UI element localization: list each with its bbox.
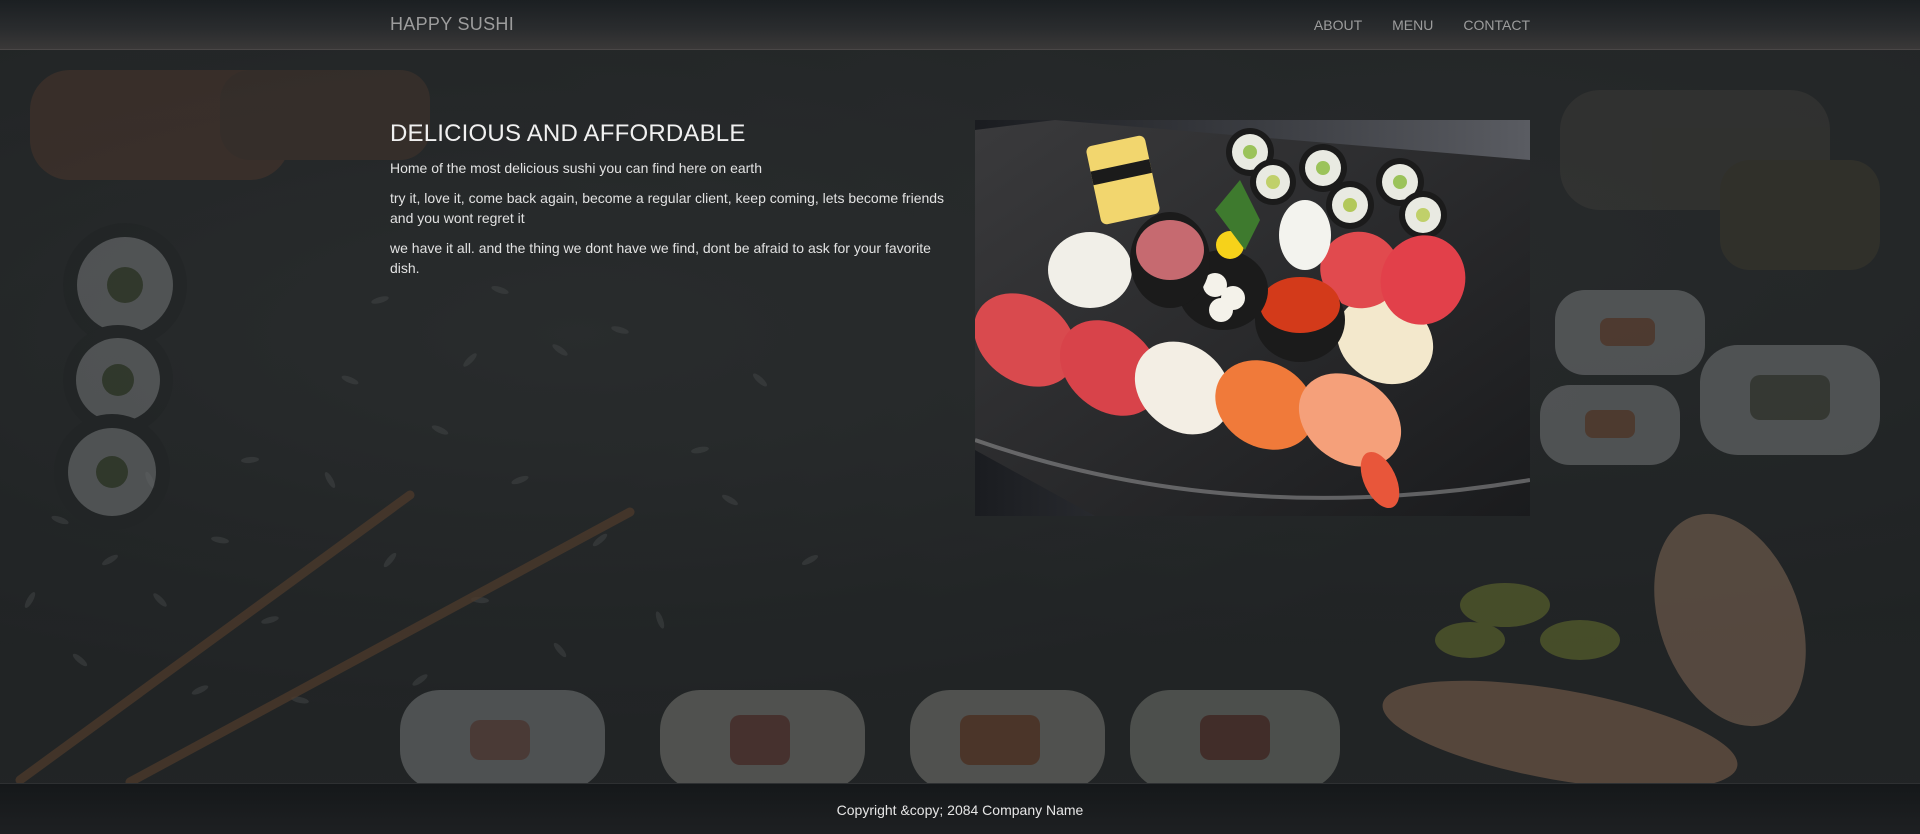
main-nav: ABOUT MENU CONTACT: [1314, 17, 1530, 35]
intro-paragraph: we have it all. and the thing we dont ha…: [390, 240, 931, 276]
nav-link-about[interactable]: ABOUT: [1314, 17, 1362, 33]
nav-link-menu[interactable]: MENU: [1392, 17, 1433, 33]
intro-paragraph: Home of the most delicious sushi you can…: [390, 160, 762, 176]
nav-item-about: ABOUT: [1314, 17, 1362, 35]
page-footer: Copyright &copy; 2084 Company Name: [0, 783, 1920, 834]
brand-logo-link[interactable]: HAPPY SUSHI: [390, 14, 514, 35]
copyright-text: Copyright &copy; 2084 Company Name: [836, 802, 1084, 818]
nav-item-menu: MENU: [1392, 17, 1433, 35]
sushi-platter-image: [975, 120, 1530, 516]
top-navbar: HAPPY SUSHI ABOUT MENU CONTACT: [0, 0, 1920, 50]
nav-item-contact: CONTACT: [1463, 17, 1530, 35]
intro-paragraph: try it, love it, come back again, become…: [390, 190, 945, 226]
background-dim-overlay: [0, 0, 1920, 834]
background-image: [0, 0, 1920, 834]
page-headline: DELICIOUS AND AFFORDABLE: [390, 120, 746, 147]
intro-section: DELICIOUS AND AFFORDABLE Home of the mos…: [390, 120, 950, 288]
nav-link-contact[interactable]: CONTACT: [1463, 17, 1530, 33]
sushi-platter-illustration: [975, 120, 1530, 516]
